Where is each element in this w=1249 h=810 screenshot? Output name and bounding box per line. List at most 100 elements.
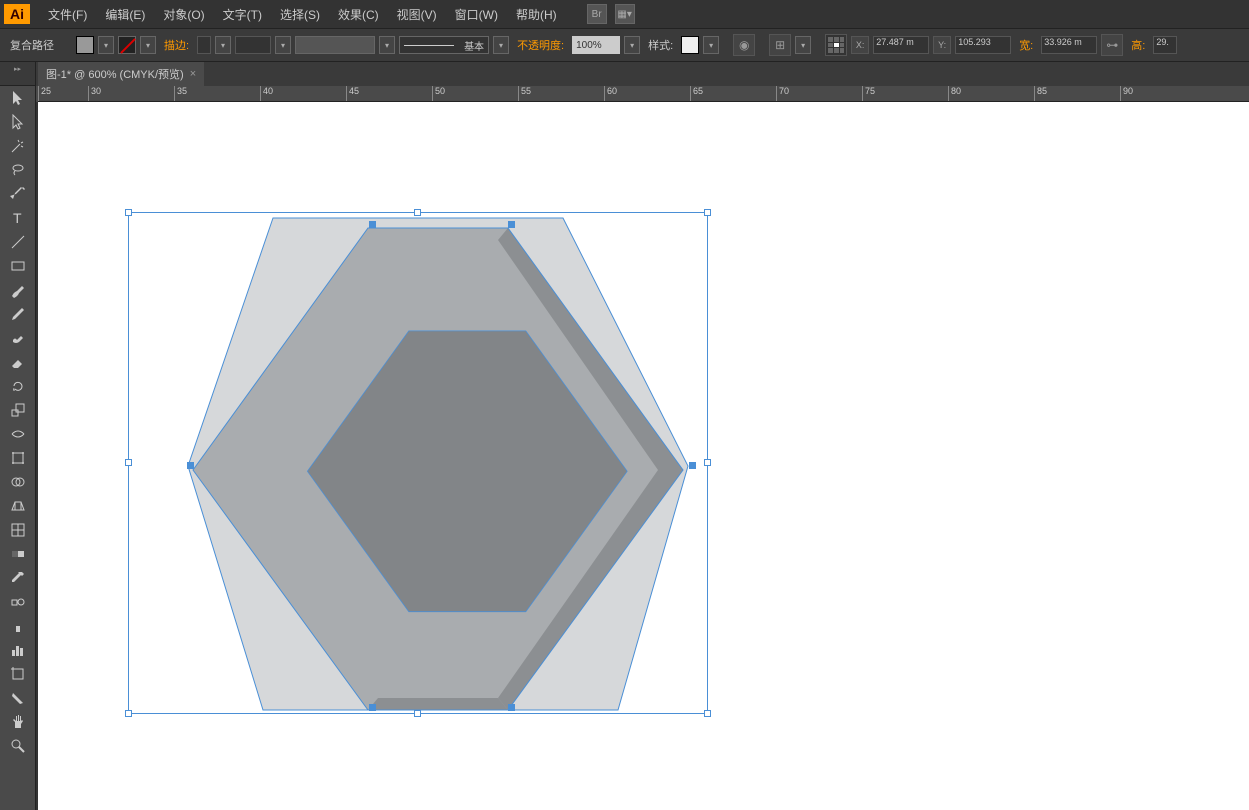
- bbox-handle-tl[interactable]: [125, 209, 132, 216]
- brush-dropdown[interactable]: [493, 36, 509, 54]
- zoom-tool[interactable]: [0, 734, 36, 758]
- menu-select[interactable]: 选择(S): [272, 2, 328, 27]
- stroke-profile-dropdown[interactable]: [275, 36, 291, 54]
- style-swatch[interactable]: [681, 36, 699, 54]
- menu-type[interactable]: 文字(T): [215, 2, 270, 27]
- ruler-mark: 80: [948, 86, 1034, 101]
- hand-tool[interactable]: [0, 710, 36, 734]
- horizontal-ruler[interactable]: 25 30 35 40 45 50 55 60 65 70 75 80 85 9…: [38, 86, 1249, 102]
- column-graph-tool[interactable]: [0, 638, 36, 662]
- bbox-handle-bl[interactable]: [125, 710, 132, 717]
- brush-select[interactable]: 基本: [399, 36, 489, 54]
- eraser-tool[interactable]: [0, 350, 36, 374]
- brush-def-dropdown[interactable]: [379, 36, 395, 54]
- bbox-handle-mr[interactable]: [704, 459, 711, 466]
- direct-selection-tool[interactable]: [0, 110, 36, 134]
- h-input[interactable]: 29.: [1153, 36, 1177, 54]
- bbox-handle-ml[interactable]: [125, 459, 132, 466]
- bbox-handle-tr[interactable]: [704, 209, 711, 216]
- menu-window[interactable]: 窗口(W): [447, 2, 506, 27]
- eyedropper-tool[interactable]: [0, 566, 36, 590]
- toolbar-grip[interactable]: [0, 76, 35, 86]
- w-input[interactable]: 33.926 m: [1041, 36, 1097, 54]
- anchor-point[interactable]: [689, 462, 696, 469]
- rotate-tool[interactable]: [0, 374, 36, 398]
- menu-view[interactable]: 视图(V): [389, 2, 445, 27]
- document-tab[interactable]: 图-1* @ 600% (CMYK/预览) ×: [38, 62, 204, 86]
- close-tab-icon[interactable]: ×: [190, 68, 196, 80]
- selection-tool[interactable]: [0, 86, 36, 110]
- x-input[interactable]: 27.487 m: [873, 36, 929, 54]
- anchor-point[interactable]: [369, 221, 376, 228]
- menu-edit[interactable]: 编辑(E): [97, 2, 153, 27]
- svg-text:T: T: [13, 210, 22, 226]
- symbol-sprayer-tool[interactable]: [0, 614, 36, 638]
- w-label: 宽:: [1019, 37, 1033, 53]
- stroke-weight-dropdown[interactable]: [215, 36, 231, 54]
- paintbrush-tool[interactable]: [0, 278, 36, 302]
- shape-builder-tool[interactable]: [0, 470, 36, 494]
- expand-panels-button[interactable]: [0, 62, 36, 76]
- ruler-mark: 30: [88, 86, 174, 101]
- brush-definition[interactable]: [295, 36, 375, 54]
- anchor-point[interactable]: [369, 704, 376, 711]
- pen-tool[interactable]: [0, 182, 36, 206]
- bridge-icon[interactable]: Br: [587, 4, 607, 24]
- ruler-mark: 90: [1120, 86, 1206, 101]
- stroke-swatch[interactable]: [118, 36, 136, 54]
- type-tool[interactable]: T: [0, 206, 36, 230]
- stroke-label: 描边:: [164, 37, 189, 53]
- fill-dropdown[interactable]: [98, 36, 114, 54]
- anchor-point[interactable]: [508, 704, 515, 711]
- ruler-mark: 35: [174, 86, 260, 101]
- opacity-dropdown[interactable]: [624, 36, 640, 54]
- blob-brush-tool[interactable]: [0, 326, 36, 350]
- menu-file[interactable]: 文件(F): [40, 2, 95, 27]
- link-icon[interactable]: ⊶: [1101, 34, 1123, 56]
- pencil-tool[interactable]: [0, 302, 36, 326]
- free-transform-tool[interactable]: [0, 446, 36, 470]
- menu-effect[interactable]: 效果(C): [330, 2, 387, 27]
- anchor-point[interactable]: [187, 462, 194, 469]
- options-bar: 复合路径 描边: 基本 不透明度: 100% 样式: ◉ ⊞ X: 27.487…: [0, 28, 1249, 62]
- menu-help[interactable]: 帮助(H): [508, 2, 565, 27]
- artboard-tool[interactable]: [0, 662, 36, 686]
- menu-object[interactable]: 对象(O): [155, 2, 212, 27]
- bbox-handle-tc[interactable]: [414, 209, 421, 216]
- line-tool[interactable]: [0, 230, 36, 254]
- reference-point[interactable]: [825, 34, 847, 56]
- slice-tool[interactable]: [0, 686, 36, 710]
- perspective-tool[interactable]: [0, 494, 36, 518]
- brush-preview-line: [404, 45, 454, 46]
- document-tab-bar: 图-1* @ 600% (CMYK/预览) ×: [0, 62, 1249, 86]
- selection-type-label: 复合路径: [10, 37, 54, 53]
- style-label: 样式:: [648, 37, 673, 53]
- opacity-input[interactable]: 100%: [572, 36, 620, 54]
- ruler-mark: 65: [690, 86, 776, 101]
- bbox-handle-br[interactable]: [704, 710, 711, 717]
- blend-tool[interactable]: [0, 590, 36, 614]
- stroke-profile-input[interactable]: [235, 36, 271, 54]
- width-tool[interactable]: [0, 422, 36, 446]
- selection-bounding-box[interactable]: [128, 212, 708, 714]
- y-input[interactable]: 105.293: [955, 36, 1011, 54]
- align-icon[interactable]: ⊞: [769, 34, 791, 56]
- document-tab-title: 图-1* @ 600% (CMYK/预览): [46, 66, 184, 82]
- fill-swatch[interactable]: [76, 36, 94, 54]
- ruler-mark: 25: [38, 86, 88, 101]
- bbox-handle-bc[interactable]: [414, 710, 421, 717]
- canvas[interactable]: [38, 102, 1249, 810]
- scale-tool[interactable]: [0, 398, 36, 422]
- recolor-icon[interactable]: ◉: [733, 34, 755, 56]
- stroke-weight-input[interactable]: [197, 36, 211, 54]
- mesh-tool[interactable]: [0, 518, 36, 542]
- gradient-tool[interactable]: [0, 542, 36, 566]
- rectangle-tool[interactable]: [0, 254, 36, 278]
- style-dropdown[interactable]: [703, 36, 719, 54]
- align-dropdown[interactable]: [795, 36, 811, 54]
- magic-wand-tool[interactable]: [0, 134, 36, 158]
- anchor-point[interactable]: [508, 221, 515, 228]
- lasso-tool[interactable]: [0, 158, 36, 182]
- arrange-icon[interactable]: ▦▾: [615, 4, 635, 24]
- stroke-dropdown[interactable]: [140, 36, 156, 54]
